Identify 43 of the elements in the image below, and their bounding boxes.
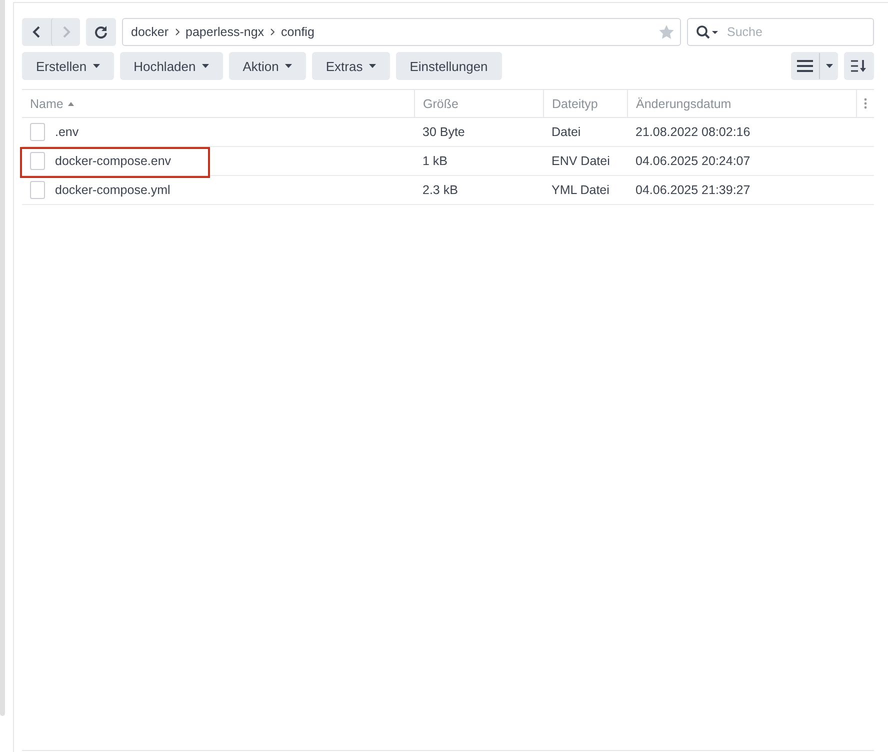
dropdown-button[interactable]: Erstellen: [22, 52, 114, 80]
column-menu-icon[interactable]: [864, 98, 867, 109]
settings-button[interactable]: Einstellungen: [396, 52, 502, 80]
modified-date: 04.06.2025 20:24:07: [636, 154, 750, 168]
file-icon: [30, 181, 45, 199]
file-icon: [30, 123, 45, 141]
star-icon[interactable]: [659, 25, 674, 39]
search-field[interactable]: Suche: [687, 18, 874, 46]
caret-icon[interactable]: [92, 64, 100, 68]
refresh-button[interactable]: [86, 18, 116, 46]
view-mode-button[interactable]: [791, 52, 838, 80]
file-size: 30 Byte: [422, 125, 465, 139]
file-size: 2.3 kB: [422, 183, 458, 197]
dropdown-button[interactable]: Hochladen: [120, 52, 223, 80]
chevron-left-icon[interactable]: [31, 25, 42, 39]
sort-button[interactable]: [844, 52, 874, 80]
file-type: Datei: [552, 125, 581, 139]
path-bar[interactable]: docker paperless-ngx config: [122, 18, 681, 46]
refresh-icon[interactable]: [94, 25, 108, 39]
list-icon[interactable]: [796, 60, 812, 72]
path-segment[interactable]: config: [281, 25, 314, 39]
sort-icon[interactable]: [851, 59, 867, 73]
file-type: ENV Datei: [552, 154, 610, 168]
file-icon: [30, 152, 45, 170]
caret-icon[interactable]: [826, 64, 832, 68]
scrollbar[interactable]: [0, 0, 5, 716]
caret-icon[interactable]: [368, 64, 376, 68]
file-name[interactable]: docker-compose.yml: [55, 183, 170, 197]
path-segment[interactable]: paperless-ngx: [186, 25, 264, 39]
caret-icon[interactable]: [202, 64, 209, 68]
file-size: 1 kB: [422, 154, 448, 168]
chevron-right-icon: [270, 28, 276, 36]
chevron-right-icon: [174, 28, 180, 36]
dropdown-button[interactable]: Aktion: [228, 52, 306, 80]
caret-icon[interactable]: [284, 64, 292, 68]
dropdown-button[interactable]: Extras: [312, 52, 390, 80]
modified-date: 21.08.2022 08:02:16: [636, 125, 750, 139]
search-icon[interactable]: [696, 25, 720, 39]
path-segment[interactable]: docker: [131, 25, 169, 39]
modified-date: 04.06.2025 21:39:27: [636, 183, 750, 197]
file-type: YML Datei: [552, 183, 610, 197]
file-name[interactable]: docker-compose.env: [55, 154, 172, 168]
file-name[interactable]: .env: [55, 125, 79, 139]
